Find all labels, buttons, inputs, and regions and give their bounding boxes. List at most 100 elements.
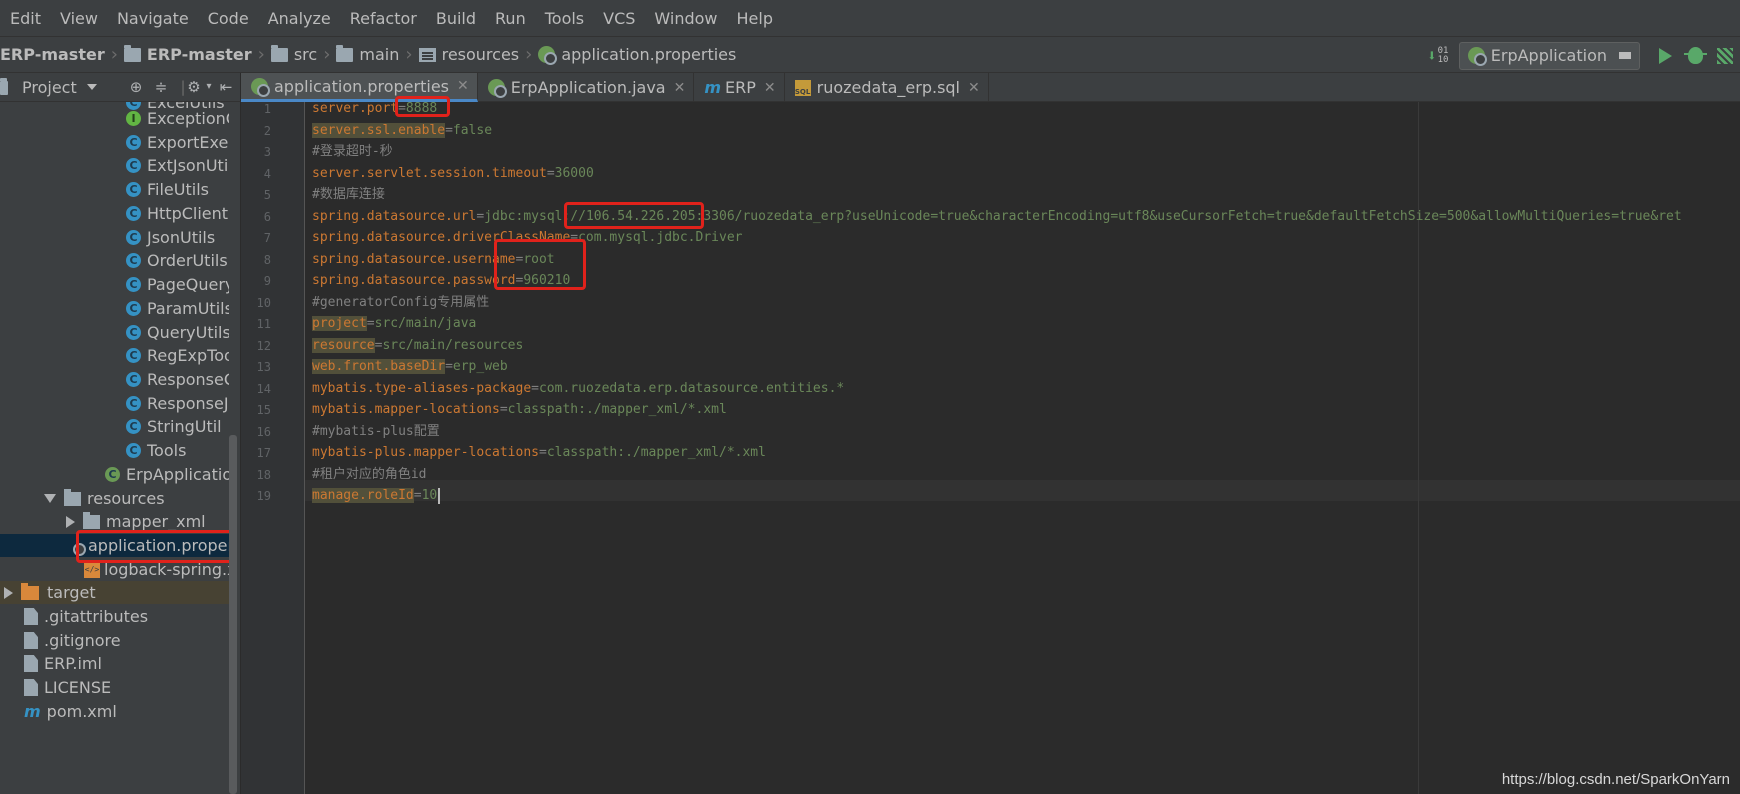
menu-analyze[interactable]: Analyze xyxy=(258,9,340,28)
tree-item-label: JsonUtils xyxy=(147,228,216,247)
code-line[interactable]: project=src/main/java xyxy=(312,313,476,334)
tree-item-label: StringUtil xyxy=(147,417,222,436)
tree-item-pagequeryinfo[interactable]: C PageQueryInfo xyxy=(126,273,229,296)
tree-item-queryutils[interactable]: C QueryUtils xyxy=(126,321,229,344)
tree-item-gitattributes[interactable]: .gitattributes xyxy=(24,605,148,628)
tree-item-httpclient[interactable]: C HttpClient xyxy=(126,202,228,225)
menu-navigate[interactable]: Navigate xyxy=(107,9,198,28)
property-value: classpath:./mapper_xml/*.xml xyxy=(546,445,766,460)
run-button[interactable] xyxy=(1650,41,1680,71)
tree-item-regexptools[interactable]: C RegExpTools xyxy=(126,344,229,367)
project-title[interactable]: Project xyxy=(22,78,77,97)
tab-erpapplication-java[interactable]: ErpApplication.java ✕ xyxy=(478,73,695,102)
menu-window[interactable]: Window xyxy=(644,9,726,28)
code-editor[interactable]: 1 2 3 4 5 6 7 8 9 10 11 12 13 14 15 16 17 18 19 server.por… xyxy=(241,96,1740,794)
tree-item-fileutils[interactable]: C FileUtils xyxy=(126,178,209,201)
tree-item-target[interactable]: target xyxy=(0,581,229,604)
breadcrumb-file[interactable]: application.properties xyxy=(538,45,736,65)
breadcrumb-resources[interactable]: resources › xyxy=(418,44,539,65)
tree-item-orderutils[interactable]: C OrderUtils xyxy=(126,249,228,272)
expand-arrow-icon[interactable] xyxy=(44,494,56,503)
tree-item-erp-iml[interactable]: ERP.iml xyxy=(24,652,102,675)
line-number: 13 xyxy=(256,360,271,374)
run-configuration-label: ErpApplication xyxy=(1490,46,1607,65)
breadcrumb-src[interactable]: src › xyxy=(270,44,337,65)
code-line[interactable]: spring.datasource.url=jdbc:mysql://106.5… xyxy=(312,206,1682,227)
menu-build[interactable]: Build xyxy=(426,9,485,28)
code-line[interactable]: mybatis.mapper-locations=classpath:./map… xyxy=(312,399,727,420)
chevron-down-icon[interactable] xyxy=(86,84,97,90)
tree-item-responsecode[interactable]: C ResponseCode xyxy=(126,368,229,391)
run-toolbar: ⬇ 01 10 ErpApplication xyxy=(1423,37,1740,74)
tree-item-exceptioncode[interactable]: I ExceptionCode xyxy=(126,107,229,130)
tab-erp[interactable]: m ERP ✕ xyxy=(694,73,785,102)
tree-item-erpapplication[interactable]: C ErpApplication xyxy=(105,463,229,486)
menu-edit[interactable]: Edit xyxy=(0,9,50,28)
breadcrumb-separator: › xyxy=(110,44,118,65)
menu-help[interactable]: Help xyxy=(727,9,782,28)
tree-item-label: ExceptionCode xyxy=(147,109,229,128)
collapse-all-icon[interactable]: ≑ xyxy=(153,79,169,95)
code-line[interactable]: manage.roleId=10 xyxy=(312,485,441,506)
code-line[interactable]: mybatis.type-aliases-package=com.ruozeda… xyxy=(312,378,844,399)
code-line[interactable]: #generatorConfig专用属性 xyxy=(312,292,489,313)
close-icon[interactable]: ✕ xyxy=(674,80,686,96)
menu-view[interactable]: View xyxy=(50,9,107,28)
close-icon[interactable]: ✕ xyxy=(457,78,469,94)
class-icon: C xyxy=(126,135,141,150)
property-value: erp_web xyxy=(452,359,508,374)
tree-item-resources[interactable]: resources xyxy=(44,487,165,510)
collapse-arrow-icon[interactable] xyxy=(4,586,13,599)
breadcrumb-main[interactable]: main › xyxy=(336,44,418,65)
code-line[interactable]: resource=src/main/resources xyxy=(312,335,523,356)
tree-item-jsonutils[interactable]: C JsonUtils xyxy=(126,226,215,249)
code-line[interactable]: #mybatis-plus配置 xyxy=(312,421,440,442)
locate-icon[interactable]: ⊕ xyxy=(128,79,144,95)
menu-code[interactable]: Code xyxy=(198,9,258,28)
code-line[interactable]: #租户对应的角色id xyxy=(312,464,426,485)
property-key: server.ssl.enable xyxy=(312,122,446,138)
code-line[interactable]: server.ssl.enable=false xyxy=(312,120,492,141)
breadcrumb-root[interactable]: ERP-master › xyxy=(0,44,124,65)
tree-item-tools[interactable]: C Tools xyxy=(126,439,186,462)
close-icon[interactable]: ✕ xyxy=(968,80,980,96)
hide-panel-icon[interactable]: ⇤ xyxy=(218,79,234,95)
breadcrumb-root-label: ERP-master xyxy=(0,45,105,64)
code-line[interactable]: server.servlet.session.timeout=36000 xyxy=(312,163,594,184)
code-area[interactable]: server.port=8888 server.ssl.enable=false #… xyxy=(312,102,1740,794)
run-configuration-select[interactable]: ErpApplication xyxy=(1458,41,1640,70)
tree-item-exportexecutil[interactable]: C ExportExecUtil xyxy=(126,131,229,154)
menu-vcs[interactable]: VCS xyxy=(593,9,644,28)
menu-run[interactable]: Run xyxy=(485,9,535,28)
code-line[interactable]: mybatis-plus.mapper-locations=classpath:… xyxy=(312,442,766,463)
code-line[interactable]: #数据库连接 xyxy=(312,184,385,205)
menu-refactor[interactable]: Refactor xyxy=(340,9,426,28)
settings-dropdown-icon[interactable]: ▾ xyxy=(201,79,217,95)
tree-item-stringutil[interactable]: C StringUtil xyxy=(126,415,222,438)
tree-item-label: OrderUtils xyxy=(147,251,228,270)
tree-item-responsejson[interactable]: C ResponseJson xyxy=(126,392,229,415)
tab-ruozedata-erp-sql[interactable]: SQL ruozedata_erp.sql ✕ xyxy=(785,73,989,102)
property-key: project xyxy=(312,316,367,331)
tree-item-label: QueryUtils xyxy=(147,323,229,342)
coverage-button[interactable] xyxy=(1710,41,1740,71)
close-icon[interactable]: ✕ xyxy=(764,80,776,96)
file-icon xyxy=(24,608,38,625)
tree-item-license[interactable]: LICENSE xyxy=(24,676,111,699)
tree-item-paramutils[interactable]: C ParamUtils xyxy=(126,297,229,320)
menu-tools[interactable]: Tools xyxy=(535,9,593,28)
project-scrollbar[interactable] xyxy=(229,435,237,794)
breadcrumb-module[interactable]: ERP-master › xyxy=(123,44,271,65)
gear-icon[interactable]: ⚙ xyxy=(186,79,202,95)
collapse-arrow-icon[interactable] xyxy=(66,515,75,528)
tree-item-gitignore[interactable]: .gitignore xyxy=(24,629,121,652)
code-line[interactable]: web.front.baseDir=erp_web xyxy=(312,356,508,377)
property-key: mybatis-plus.mapper-locations xyxy=(312,445,539,460)
build-button[interactable]: ⬇ 01 10 xyxy=(1423,41,1453,71)
code-line[interactable]: #登录超时-秒 xyxy=(312,141,393,162)
tree-item-pom-xml[interactable]: m pom.xml xyxy=(24,700,117,723)
debug-button[interactable] xyxy=(1680,41,1710,71)
line-number: 4 xyxy=(263,166,271,181)
breadcrumb-main-label: main xyxy=(359,45,400,64)
tree-item-extjsonutils[interactable]: C ExtJsonUtils xyxy=(126,154,229,177)
